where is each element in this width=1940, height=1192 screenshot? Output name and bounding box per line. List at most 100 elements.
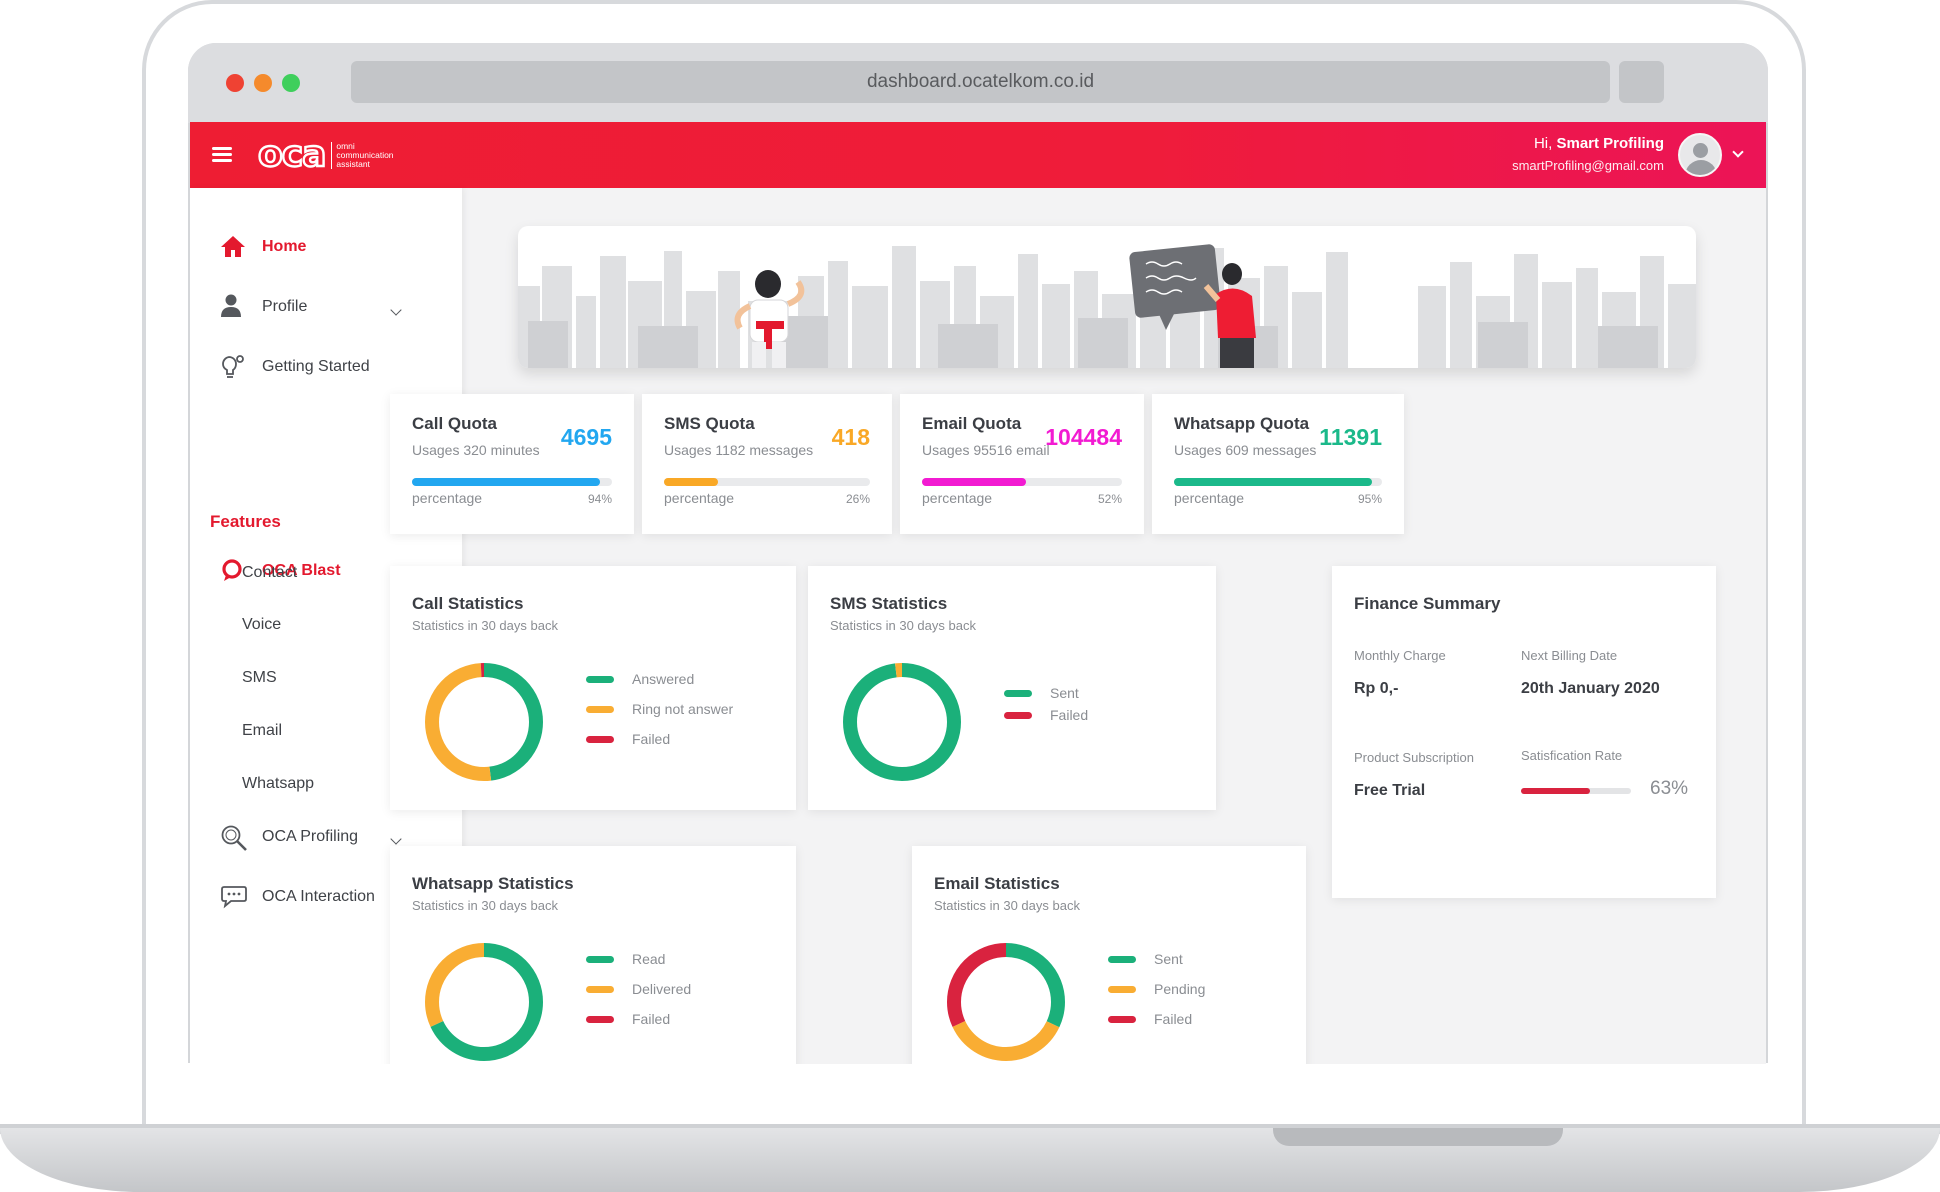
sidebar-item-profile[interactable]: Profile xyxy=(220,294,432,320)
next-billing-label: Next Billing Date xyxy=(1521,648,1618,663)
home-icon xyxy=(220,234,250,260)
card-subtitle: Statistics in 30 days back xyxy=(934,898,1080,913)
quota-usage: Usages 95516 email xyxy=(922,442,1050,458)
quota-value: 11391 xyxy=(1319,424,1382,450)
quota-progress-fill xyxy=(664,478,718,486)
legend-label: Failed xyxy=(1154,1011,1193,1027)
sidebar-item-home[interactable]: Home xyxy=(220,234,306,260)
chart-legend: Read Delivered Failed xyxy=(586,944,691,1034)
sidebar-item-oca-interaction[interactable]: OCA Interaction xyxy=(220,884,375,910)
magnifier-icon xyxy=(220,824,250,851)
sidebar-item-getting-started[interactable]: Getting Started xyxy=(220,354,370,380)
legend-item: Answered xyxy=(586,664,733,694)
email-quota-card[interactable]: Email Quota Usages 95516 email 104484 pe… xyxy=(900,394,1144,534)
card-subtitle: Statistics in 30 days back xyxy=(412,618,558,633)
address-bar[interactable]: dashboard.ocatelkom.co.id xyxy=(351,61,1610,103)
lightbulb-gear-icon xyxy=(220,354,250,380)
sidebar-subitem-email[interactable]: Email xyxy=(242,722,282,740)
next-billing-value: 20th January 2020 xyxy=(1521,680,1660,697)
quota-title: Email Quota xyxy=(922,414,1022,433)
card-subtitle: Statistics in 30 days back xyxy=(412,898,558,913)
quota-progress-fill xyxy=(922,478,1026,486)
oca-logo[interactable]: oca omni communication assistant xyxy=(257,134,413,175)
satisfaction-label: Satisfication Rate xyxy=(1521,748,1623,763)
sidebar-item-oca-profiling[interactable]: OCA Profiling xyxy=(220,824,359,851)
legend-item: Failed xyxy=(1108,1004,1205,1034)
close-window-button[interactable] xyxy=(226,74,244,92)
laptop-mockup: { "browser": { "url": "dashboard.ocatelk… xyxy=(0,0,1940,1192)
card-title: SMS Statistics xyxy=(830,594,948,613)
quota-percent: 52% xyxy=(1097,492,1122,506)
sidebar-item-label: OCA Interaction xyxy=(262,888,375,905)
chat-bubble-icon xyxy=(220,884,250,910)
avatar[interactable] xyxy=(1678,133,1722,177)
quota-usage: Usages 320 minutes xyxy=(412,442,540,458)
donut-slice-sent xyxy=(843,663,961,781)
legend-label: Delivered xyxy=(632,981,692,997)
top-navbar: oca omni communication assistant Hi, Sma… xyxy=(190,122,1766,188)
legend-label: Failed xyxy=(1050,707,1089,723)
logo-tagline: omni communication assistant xyxy=(331,141,413,169)
email-statistics-card: Email Statistics Statistics in 30 days b… xyxy=(912,846,1306,1064)
legend-label: Sent xyxy=(1154,951,1183,967)
sidebar-subitem-sms[interactable]: SMS xyxy=(242,669,277,687)
legend-label: Sent xyxy=(1050,685,1079,701)
maximize-window-button[interactable] xyxy=(282,74,300,92)
city-skyline-illustration xyxy=(518,244,1696,368)
card-title: Finance Summary xyxy=(1354,594,1501,613)
call-quota-card[interactable]: Call Quota Usages 320 minutes 4695 perce… xyxy=(390,394,634,534)
legend-item: Failed xyxy=(586,1004,691,1034)
sidebar-subitem-whatsapp[interactable]: Whatsapp xyxy=(242,775,314,793)
quota-title: Call Quota xyxy=(412,414,498,433)
legend-item: Failed xyxy=(586,724,733,754)
quota-progress-track xyxy=(1174,478,1382,486)
quota-label: percentage xyxy=(922,490,993,506)
user-name: Smart Profiling xyxy=(1556,135,1664,152)
chevron-down-icon[interactable] xyxy=(1732,146,1744,158)
quota-title: SMS Quota xyxy=(664,414,755,433)
browser-action-button[interactable] xyxy=(1619,61,1664,103)
legend-item: Pending xyxy=(1108,974,1205,1004)
sidebar-item-label: OCA Profiling xyxy=(262,828,359,845)
laptop-notch xyxy=(1273,1128,1563,1146)
legend-item: Sent xyxy=(1004,682,1088,704)
satisfaction-value: 63% xyxy=(1650,778,1689,799)
quota-progress-fill xyxy=(412,478,600,486)
legend-label: Ring not answer xyxy=(632,701,734,717)
minimize-window-button[interactable] xyxy=(254,74,272,92)
subscription-value: Free Trial xyxy=(1354,782,1426,799)
sms-statistics-donut xyxy=(843,663,961,781)
logo-wordmark: oca xyxy=(257,134,328,175)
chart-legend: Sent Failed xyxy=(1004,682,1088,726)
legend-label: Failed xyxy=(632,1011,671,1027)
laptop-base xyxy=(0,1128,1940,1192)
quota-label: percentage xyxy=(412,490,483,506)
user-icon xyxy=(220,294,250,320)
sidebar-subitem-contact[interactable]: Contact xyxy=(242,564,297,582)
email-statistics-donut xyxy=(947,943,1065,1061)
finance-summary-card: Finance Summary Monthly Charge Rp 0,- Ne… xyxy=(1332,566,1716,898)
chevron-down-icon[interactable] xyxy=(390,833,402,845)
call-statistics-card: Call Statistics Statistics in 30 days ba… xyxy=(390,566,796,810)
quota-percent: 95% xyxy=(1357,492,1382,506)
chart-legend: Sent Pending Failed xyxy=(1108,944,1205,1034)
whatsapp-statistics-card: Whatsapp Statistics Statistics in 30 day… xyxy=(390,846,796,1064)
sidebar-item-label: Getting Started xyxy=(262,358,370,375)
sms-quota-card[interactable]: SMS Quota Usages 1182 messages 418 perce… xyxy=(642,394,892,534)
quota-percent: 26% xyxy=(845,492,870,506)
monthly-charge-label: Monthly Charge xyxy=(1354,648,1446,663)
legend-item: Delivered xyxy=(586,974,691,1004)
satisfaction-bar-track xyxy=(1521,788,1631,794)
card-title: Whatsapp Statistics xyxy=(412,874,574,893)
sms-statistics-card: SMS Statistics Statistics in 30 days bac… xyxy=(808,566,1216,810)
whatsapp-quota-card[interactable]: Whatsapp Quota Usages 609 messages 11391… xyxy=(1152,394,1404,534)
menu-icon[interactable] xyxy=(212,147,232,163)
features-heading: Features xyxy=(210,512,281,531)
quota-progress-track xyxy=(664,478,870,486)
sidebar-subitem-voice[interactable]: Voice xyxy=(242,616,281,634)
quota-label: percentage xyxy=(664,490,735,506)
monthly-charge-value: Rp 0,- xyxy=(1354,680,1399,697)
subscription-label: Product Subscription xyxy=(1354,750,1474,765)
quota-value: 4695 xyxy=(560,424,612,450)
quota-progress-fill xyxy=(1174,478,1372,486)
